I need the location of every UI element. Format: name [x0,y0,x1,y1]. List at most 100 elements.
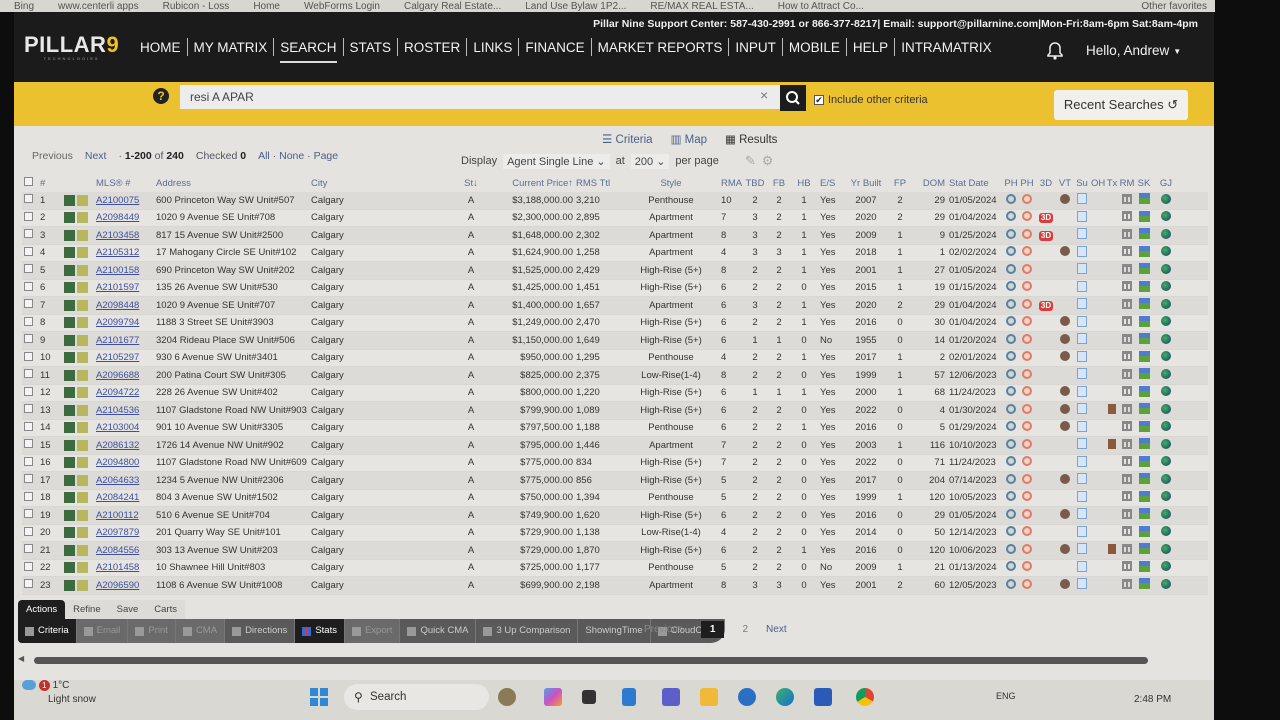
3d-tour-icon[interactable]: 3D [1038,213,1054,224]
photo-icon[interactable] [64,422,75,434]
mls-link[interactable]: A2094722 [96,387,139,398]
supplements-icon[interactable] [1073,350,1091,365]
mls-link[interactable]: A2100075 [96,195,139,206]
tax-cell[interactable] [1105,543,1119,557]
table-row[interactable]: 8 A2099794 1188 3 Street SE Unit#3903 Calga… [22,314,1208,332]
rooms-icon[interactable] [1119,316,1135,329]
row-checkbox[interactable] [22,229,36,241]
gear-icon[interactable]: ⚙ [762,153,774,169]
globe-icon[interactable] [1153,386,1179,399]
col-hb[interactable]: HB [791,178,817,189]
horizontal-scrollbar[interactable] [34,657,1148,664]
table-row[interactable]: 5 A2100158 690 Princeton Way SW Unit#202 Ca… [22,262,1208,280]
mls-link[interactable]: A2084241 [96,492,139,503]
globe-icon[interactable] [1153,298,1179,312]
globe-icon[interactable] [1153,333,1179,347]
table-row[interactable]: 10 A2105297 930 6 Avenue SW Unit#3401 Calga… [22,349,1208,367]
sketch-icon[interactable] [1135,298,1153,312]
bookmark[interactable]: Land Use Bylaw 1P2... [525,2,626,12]
virtual-tour-cell[interactable] [1057,473,1073,487]
photo-slideshow-icon[interactable] [1019,228,1035,242]
photo-icon[interactable] [64,474,75,486]
map-pin-icon[interactable] [77,369,88,381]
language-indicator[interactable]: ENG [996,691,1016,701]
supplements-icon[interactable] [1073,245,1091,260]
pagination-previous[interactable]: Previous [644,624,683,635]
globe-icon[interactable] [1153,491,1179,504]
rooms-icon[interactable] [1119,228,1135,242]
row-checkbox[interactable] [22,439,36,451]
action-showingtime[interactable]: ShowingTime [578,619,651,643]
photo-slideshow-icon[interactable] [1019,526,1035,539]
action-tab-actions[interactable]: Actions [18,600,66,619]
sketch-icon[interactable] [1135,403,1153,417]
table-row[interactable]: 6 A2101597 135 26 Avenue SW Unit#530 Calgar… [22,279,1208,297]
globe-icon[interactable] [1153,228,1179,242]
col-yr-built[interactable]: Yr Built [845,178,887,189]
sketch-icon[interactable] [1135,193,1153,207]
mls-link[interactable]: A2101458 [96,562,139,573]
table-row[interactable]: 23 A2096590 1108 6 Avenue SW Unit#1008 Calg… [22,577,1208,595]
photo-slideshow-icon[interactable] [1019,246,1035,259]
virtual-tour-cell[interactable] [1057,421,1073,434]
teams-icon[interactable] [662,688,680,706]
photo-slideshow-icon[interactable] [1019,578,1035,592]
col-fb[interactable]: FB [767,178,791,189]
pagination-next[interactable]: Next [766,624,787,635]
per-page-select[interactable]: 200 ⌄ [630,153,670,169]
photo-gallery-icon[interactable] [1003,508,1019,522]
supplements-icon[interactable] [1073,473,1091,487]
photo-icon[interactable] [64,544,75,556]
mls-link[interactable]: A2096590 [96,580,139,591]
rooms-icon[interactable] [1119,281,1135,294]
table-row[interactable]: 18 A2084241 804 3 Avenue SW Unit#1502 Calga… [22,489,1208,507]
virtual-tour-cell[interactable] [1057,193,1073,207]
row-checkbox[interactable] [22,351,36,364]
speedbar-search-input[interactable] [180,85,780,109]
tax-cell[interactable] [1105,438,1119,452]
photo-gallery-icon[interactable] [1003,386,1019,399]
table-row[interactable]: 4 A2105312 17 Mahogany Circle SE Unit#102 C… [22,244,1208,262]
globe-icon[interactable] [1153,281,1179,294]
calculator-icon[interactable] [622,688,636,706]
photo-slideshow-icon[interactable] [1019,263,1035,277]
photo-icon[interactable] [64,439,75,451]
photo-slideshow-icon[interactable] [1019,333,1035,347]
rooms-icon[interactable] [1119,193,1135,207]
photo-icon[interactable] [64,579,75,591]
globe-icon[interactable] [1153,438,1179,452]
mls-link[interactable]: A2100112 [96,510,139,521]
photo-gallery-icon[interactable] [1003,421,1019,434]
map-pin-icon[interactable] [77,457,88,469]
globe-icon[interactable] [1153,368,1179,382]
supplements-icon[interactable] [1073,560,1091,575]
row-checkbox[interactable] [22,404,36,416]
action-tab-save[interactable]: Save [108,600,147,619]
nav-roster[interactable]: ROSTER [398,40,466,55]
virtual-tour-icon[interactable] [1060,578,1070,589]
photo-gallery-icon[interactable] [1003,526,1019,539]
map-pin-icon[interactable] [77,509,88,521]
photo-slideshow-icon[interactable] [1019,438,1035,452]
mls-link[interactable]: A2101597 [96,282,139,293]
table-row[interactable]: 15 A2086132 1726 14 Avenue NW Unit#902 Calg… [22,437,1208,455]
mls-link[interactable]: A2105297 [96,352,139,363]
rooms-icon[interactable] [1119,491,1135,504]
virtual-tour-cell[interactable] [1057,543,1073,557]
col-price[interactable]: Current Price↑ [481,178,573,189]
sketch-icon[interactable] [1135,525,1153,540]
nav-my-matrix[interactable]: MY MATRIX [188,40,274,55]
tax-cell[interactable] [1105,403,1119,417]
row-checkbox[interactable] [22,316,36,329]
row-checkbox[interactable] [22,474,36,486]
other-favorites[interactable]: Other favorites [1141,2,1207,12]
photo-slideshow-icon[interactable] [1019,211,1035,224]
photo-slideshow-icon[interactable] [1019,561,1035,574]
map-pin-icon[interactable] [77,492,88,504]
photo-slideshow-icon[interactable] [1019,508,1035,522]
help-icon[interactable]: ? [153,88,169,104]
globe-icon[interactable] [1153,561,1179,574]
photo-icon[interactable] [64,404,75,416]
rooms-icon[interactable] [1119,456,1135,469]
row-checkbox[interactable] [22,509,36,521]
